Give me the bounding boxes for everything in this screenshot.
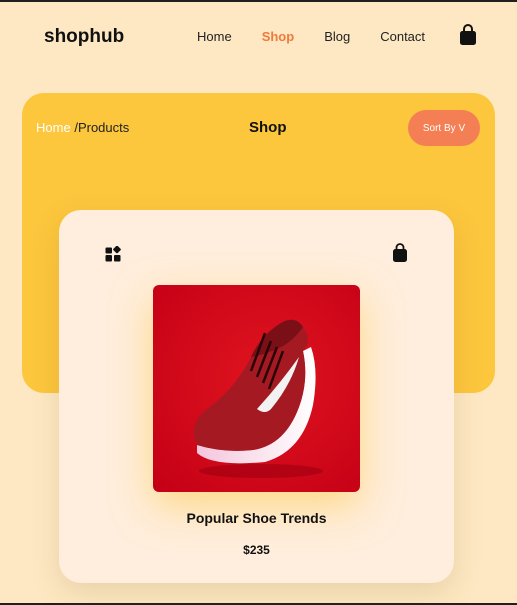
- breadcrumb-current: Products: [77, 120, 130, 135]
- shopping-bag-icon[interactable]: [458, 24, 478, 46]
- breadcrumb: Home /Products: [36, 120, 129, 135]
- sneaker-image: [153, 285, 360, 492]
- product-card[interactable]: Popular Shoe Trends $235: [59, 210, 454, 583]
- nav-links: Home Shop Blog Contact: [197, 29, 455, 44]
- nav-link-contact[interactable]: Contact: [380, 29, 425, 44]
- shopping-bag-icon[interactable]: [392, 243, 408, 263]
- product-price: $235: [243, 543, 270, 557]
- top-nav: shophub Home Shop Blog Contact: [0, 2, 517, 72]
- page-title: Shop: [249, 119, 287, 136]
- grid-shapes-icon[interactable]: [105, 246, 121, 262]
- brand-logo[interactable]: shophub: [44, 26, 124, 48]
- product-name[interactable]: Popular Shoe Trends: [59, 510, 454, 526]
- nav-link-shop[interactable]: Shop: [262, 29, 295, 44]
- nav-link-home[interactable]: Home: [197, 29, 232, 44]
- nav-link-blog[interactable]: Blog: [324, 29, 350, 44]
- breadcrumb-home-link[interactable]: Home: [36, 120, 71, 135]
- sort-by-button[interactable]: Sort By V: [408, 110, 480, 146]
- product-image[interactable]: [153, 285, 360, 492]
